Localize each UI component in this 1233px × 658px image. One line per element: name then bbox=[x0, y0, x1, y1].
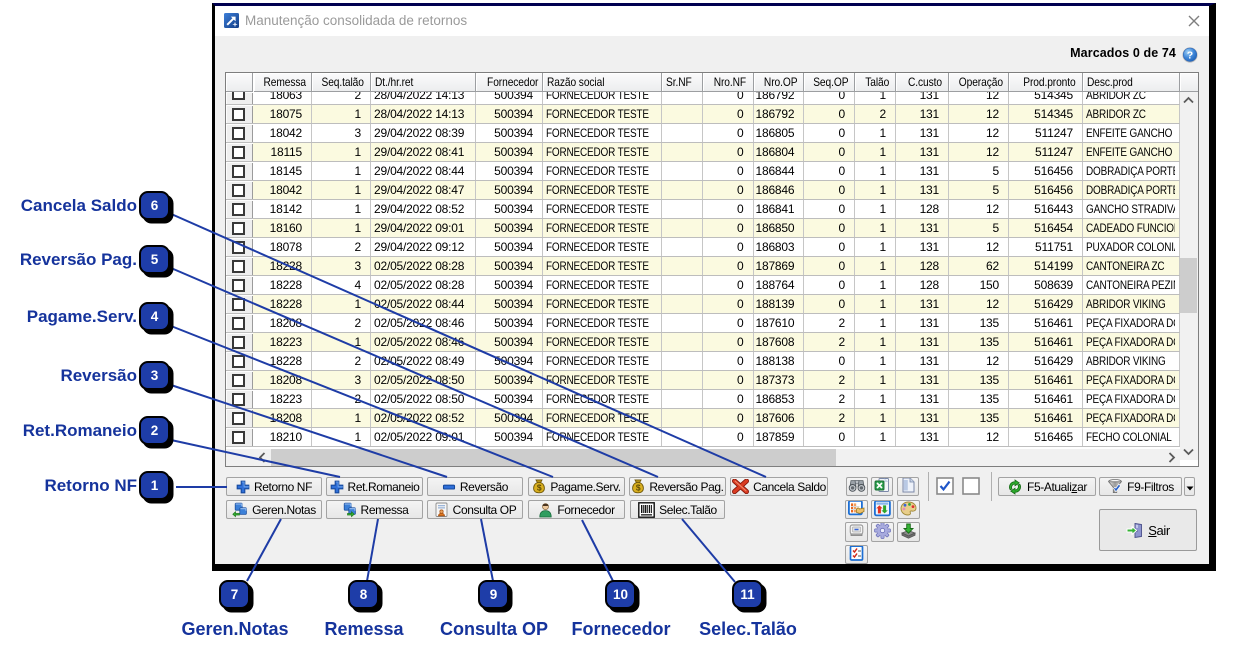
svg-text:$: $ bbox=[636, 483, 641, 493]
svg-text:$: $ bbox=[537, 483, 542, 493]
svg-text:?: ? bbox=[1187, 49, 1193, 61]
